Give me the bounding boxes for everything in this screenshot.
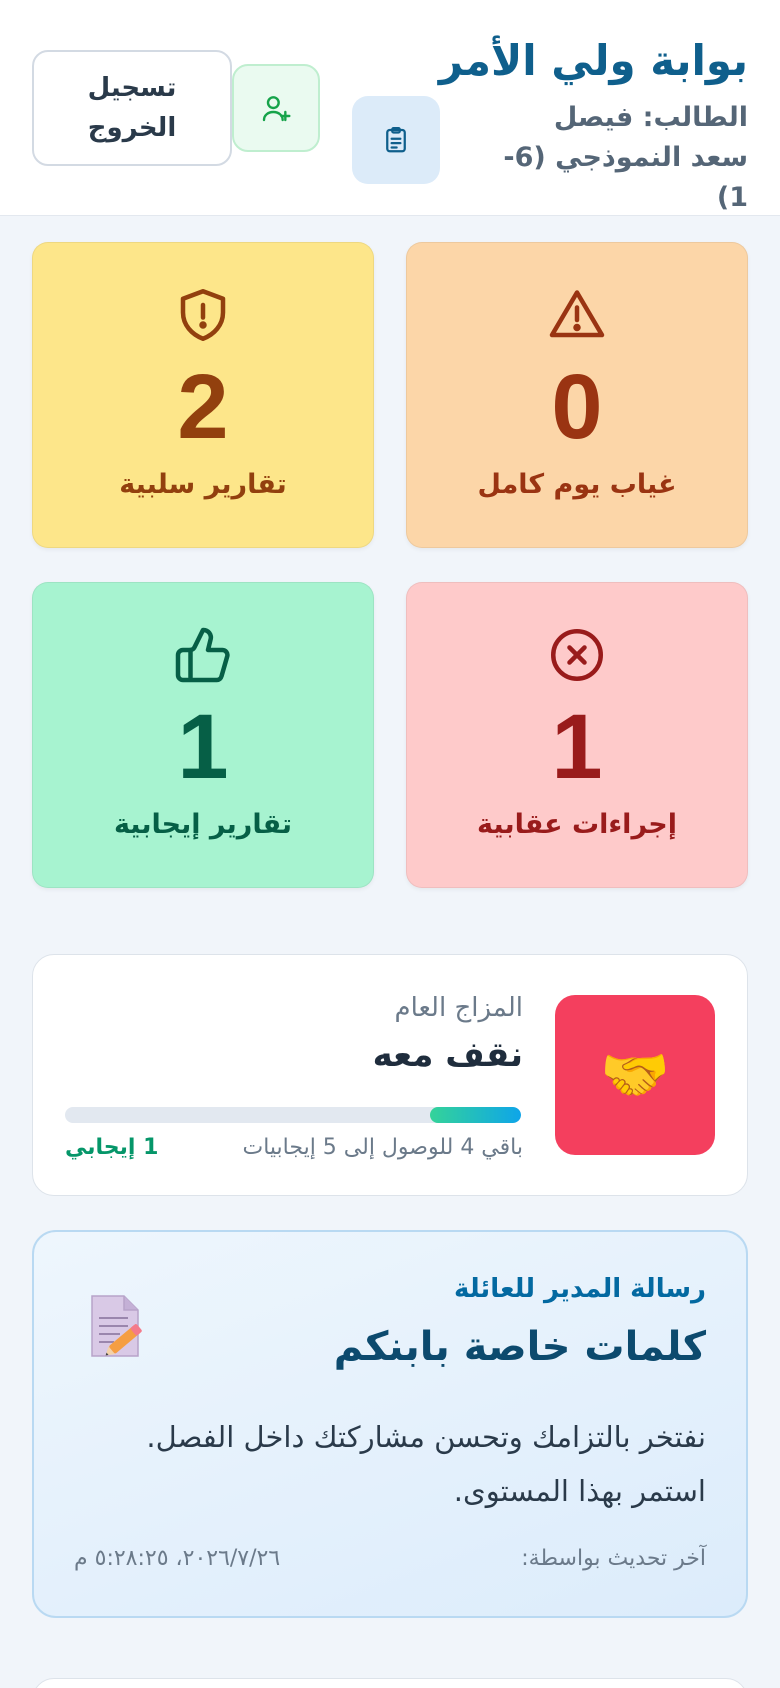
shield-alert-icon bbox=[180, 289, 226, 341]
stat-value: 0 bbox=[551, 356, 603, 458]
message-subtitle: رسالة المدير للعائلة bbox=[454, 1274, 706, 1304]
stat-label: تقارير إيجابية bbox=[113, 809, 293, 840]
student-info: الطالب: فيصل سعد النموذجي (6-1) bbox=[503, 102, 748, 213]
stat-label: غياب يوم كامل bbox=[477, 469, 677, 500]
message-body: نفتخر بالتزامك وتحسن مشاركتك داخل الفصل.… bbox=[146, 1420, 706, 1508]
progress-bar bbox=[65, 1107, 521, 1123]
add-user-button[interactable] bbox=[232, 64, 320, 152]
stat-value: 1 bbox=[551, 696, 603, 798]
stat-card-negative-reports[interactable]: 2 تقارير سلبية bbox=[32, 242, 374, 548]
user-plus-icon bbox=[262, 96, 291, 122]
stat-value: 1 bbox=[177, 696, 229, 798]
memo-pencil-icon bbox=[91, 1295, 142, 1357]
last-updated-date: ٢٠٢٦/٧/٢٦، ٥:٢٨:٢٥ م bbox=[74, 1546, 281, 1571]
stat-value: 2 bbox=[177, 356, 229, 458]
positive-count: 1 إيجابي bbox=[65, 1135, 159, 1160]
stat-card-penalties[interactable]: 1 إجراءات عقابية bbox=[406, 582, 748, 888]
next-card bbox=[32, 1678, 748, 1688]
stat-label: إجراءات عقابية bbox=[477, 809, 677, 840]
principal-message-card: رسالة المدير للعائلة كلمات خاصة بابنكم ن… bbox=[32, 1230, 748, 1618]
logout-button[interactable]: تسجيل الخروج bbox=[32, 50, 232, 166]
stat-label: تقارير سلبية bbox=[119, 469, 287, 500]
stat-card-absence[interactable]: 0 غياب يوم كامل bbox=[406, 242, 748, 548]
last-updated-label: آخر تحديث بواسطة: bbox=[521, 1546, 706, 1571]
report-button[interactable] bbox=[352, 96, 440, 184]
handshake-icon: 🤝 bbox=[555, 995, 715, 1155]
x-circle-icon bbox=[551, 629, 603, 681]
progress-remaining-text: باقي 4 للوصول إلى 5 إيجابيات bbox=[242, 1135, 523, 1160]
mood-card: 🤝 المزاج العام نقف معه باقي 4 للوصول إلى… bbox=[32, 954, 748, 1196]
message-title: كلمات خاصة بابنكم bbox=[333, 1324, 706, 1370]
mood-label: المزاج العام bbox=[394, 993, 523, 1023]
thumbs-up-icon bbox=[175, 627, 230, 683]
stat-card-positive-reports[interactable]: 1 تقارير إيجابية bbox=[32, 582, 374, 888]
mood-title: نقف معه bbox=[372, 1035, 523, 1075]
app-header: بوابة ولي الأمر الطالب: فيصل سعد النموذج… bbox=[0, 0, 780, 216]
progress-fill bbox=[429, 1107, 521, 1123]
clipboard-icon bbox=[386, 127, 406, 153]
warning-triangle-icon bbox=[549, 290, 605, 338]
page-title: بوابة ولي الأمر bbox=[438, 36, 748, 85]
